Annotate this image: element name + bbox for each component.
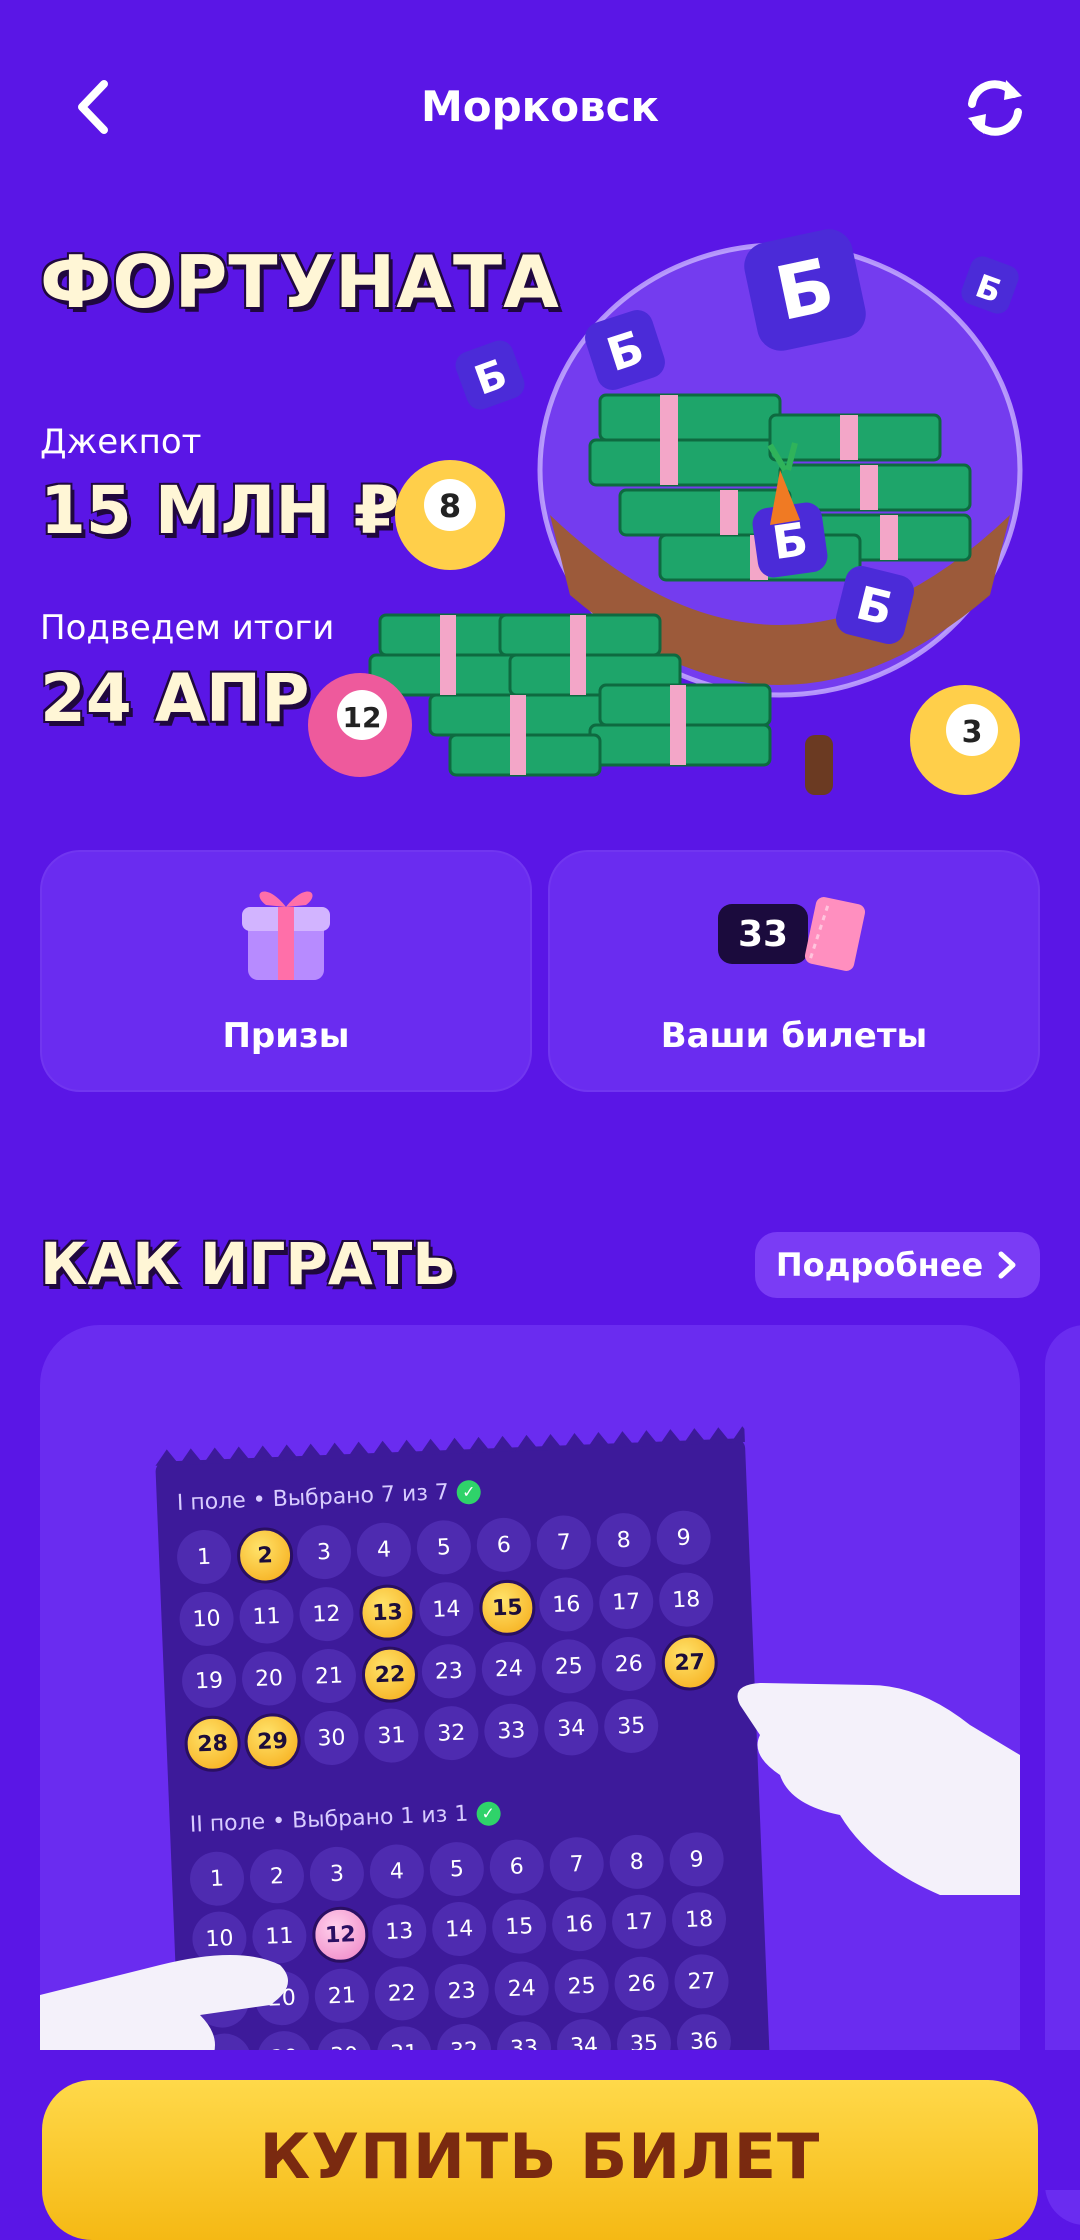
more-label: Подробнее — [775, 1246, 984, 1284]
number-cell: 31 — [363, 1707, 420, 1764]
number-cell: 34 — [543, 1700, 600, 1757]
number-cell: 21 — [300, 1647, 358, 1705]
number-cell: 16 — [551, 1896, 608, 1953]
svg-text:8: 8 — [439, 487, 461, 525]
number-cell: 4 — [355, 1521, 413, 1578]
number-cell: 12 — [298, 1586, 355, 1643]
number-cell: 5 — [428, 1841, 485, 1898]
field1-grid: 1 2 3 4 5 6 7 8 9 10 11 12 13 14 15 16 17 18 19 20 21 22 23 24 2… — [176, 1509, 721, 1773]
number-cell: 2 — [248, 1848, 306, 1905]
number-cell: 21 — [313, 1967, 370, 2024]
number-cell: 28 — [183, 1714, 242, 1773]
number-cell: 9 — [668, 1831, 725, 1888]
field2-title-text: II поле • Выбрано 1 из 1 — [189, 1801, 469, 1838]
field1-title-text: I поле • Выбрано 7 из 7 — [176, 1480, 450, 1516]
field2-title: II поле • Выбрано 1 из 1 ✓ — [189, 1800, 501, 1838]
number-cell: 1 — [176, 1528, 233, 1586]
number-cell: 29 — [243, 1712, 302, 1771]
number-cell: 19 — [181, 1652, 238, 1709]
number-cell: 33 — [483, 1702, 540, 1759]
tickets-label: Ваши билеты — [660, 1016, 928, 1056]
number-cell: 23 — [433, 1962, 490, 2020]
results-date: 24 АПР — [40, 660, 310, 737]
results-label: Подведем итоги — [40, 608, 335, 648]
number-cell: 6 — [475, 1516, 532, 1573]
number-cell: 17 — [611, 1893, 668, 1950]
number-cell: 13 — [371, 1903, 428, 1960]
number-cell: 8 — [595, 1512, 652, 1569]
tickets-card[interactable]: 33 Ваши билеты — [548, 850, 1040, 1092]
number-cell: 30 — [303, 1709, 360, 1767]
number-cell: 13 — [358, 1583, 417, 1642]
number-cell: 24 — [493, 1960, 550, 2017]
number-cell: 27 — [660, 1633, 719, 1692]
check-icon: ✓ — [475, 1800, 501, 1826]
number-cell: 32 — [423, 1705, 480, 1762]
gift-icon — [242, 891, 330, 980]
number-cell: 16 — [538, 1576, 595, 1633]
number-cell: 20 — [240, 1650, 298, 1707]
refresh-icon — [968, 80, 1022, 136]
number-cell: 15 — [491, 1898, 548, 1955]
number-cell: 7 — [548, 1836, 605, 1893]
number-cell: 11 — [238, 1588, 295, 1645]
check-icon: ✓ — [456, 1479, 482, 1505]
prizes-card[interactable]: Призы — [40, 850, 532, 1092]
number-cell: 6 — [488, 1838, 545, 1895]
number-cell: 14 — [418, 1581, 475, 1638]
number-cell: 7 — [535, 1514, 592, 1571]
how-to-play-title: КАК ИГРАТЬ — [40, 1230, 457, 1298]
number-cell: 9 — [655, 1509, 712, 1566]
chevron-right-icon — [998, 1251, 1016, 1279]
number-cell: 26 — [613, 1955, 670, 2012]
number-cell: 8 — [608, 1833, 665, 1890]
number-cell: 3 — [308, 1845, 365, 1902]
number-cell: 24 — [480, 1640, 537, 1697]
number-cell: 27 — [673, 1953, 730, 2010]
ticket-edge — [155, 1426, 745, 1466]
number-cell: 25 — [553, 1958, 610, 2015]
number-cell: 25 — [540, 1638, 597, 1695]
more-button[interactable]: Подробнее — [755, 1232, 1040, 1298]
field1-title: I поле • Выбрано 7 из 7 ✓ — [176, 1479, 482, 1516]
number-cell: 2 — [235, 1526, 295, 1585]
number-cell: 10 — [178, 1590, 235, 1647]
number-cell: 4 — [368, 1843, 425, 1900]
number-cell: 18 — [670, 1891, 728, 1948]
number-cell: 22 — [360, 1645, 420, 1704]
hand-right-illustration — [737, 1683, 1020, 1895]
number-cell: 15 — [478, 1578, 537, 1637]
number-cell: 18 — [658, 1571, 715, 1628]
svg-text:12: 12 — [343, 701, 382, 734]
prizes-label: Призы — [222, 1016, 350, 1056]
svg-text:3: 3 — [962, 715, 983, 750]
number-cell: 22 — [373, 1965, 430, 2022]
buy-ticket-label: КУПИТЬ БИЛЕТ — [259, 2120, 821, 2193]
number-cell: 26 — [600, 1635, 657, 1693]
city-title: Морковск — [420, 82, 660, 131]
tickets-count-badge: 33 — [718, 904, 808, 964]
number-cell: 23 — [420, 1643, 477, 1700]
jackpot-illustration: Б Б Б Б Б Б 8 12 3 — [308, 229, 1023, 795]
number-cell: 3 — [295, 1524, 353, 1581]
ticket-icon — [804, 897, 866, 971]
buy-ticket-button[interactable]: КУПИТЬ БИЛЕТ — [42, 2080, 1038, 2240]
refresh-button[interactable] — [960, 72, 1030, 142]
number-cell: 17 — [598, 1573, 655, 1631]
number-cell: 12 — [311, 1905, 370, 1964]
number-cell: 1 — [188, 1850, 246, 1907]
number-cell: 14 — [431, 1900, 488, 1958]
number-cell: 35 — [603, 1697, 660, 1755]
jackpot-label: Джекпот — [40, 422, 202, 462]
number-cell: 5 — [415, 1519, 472, 1576]
